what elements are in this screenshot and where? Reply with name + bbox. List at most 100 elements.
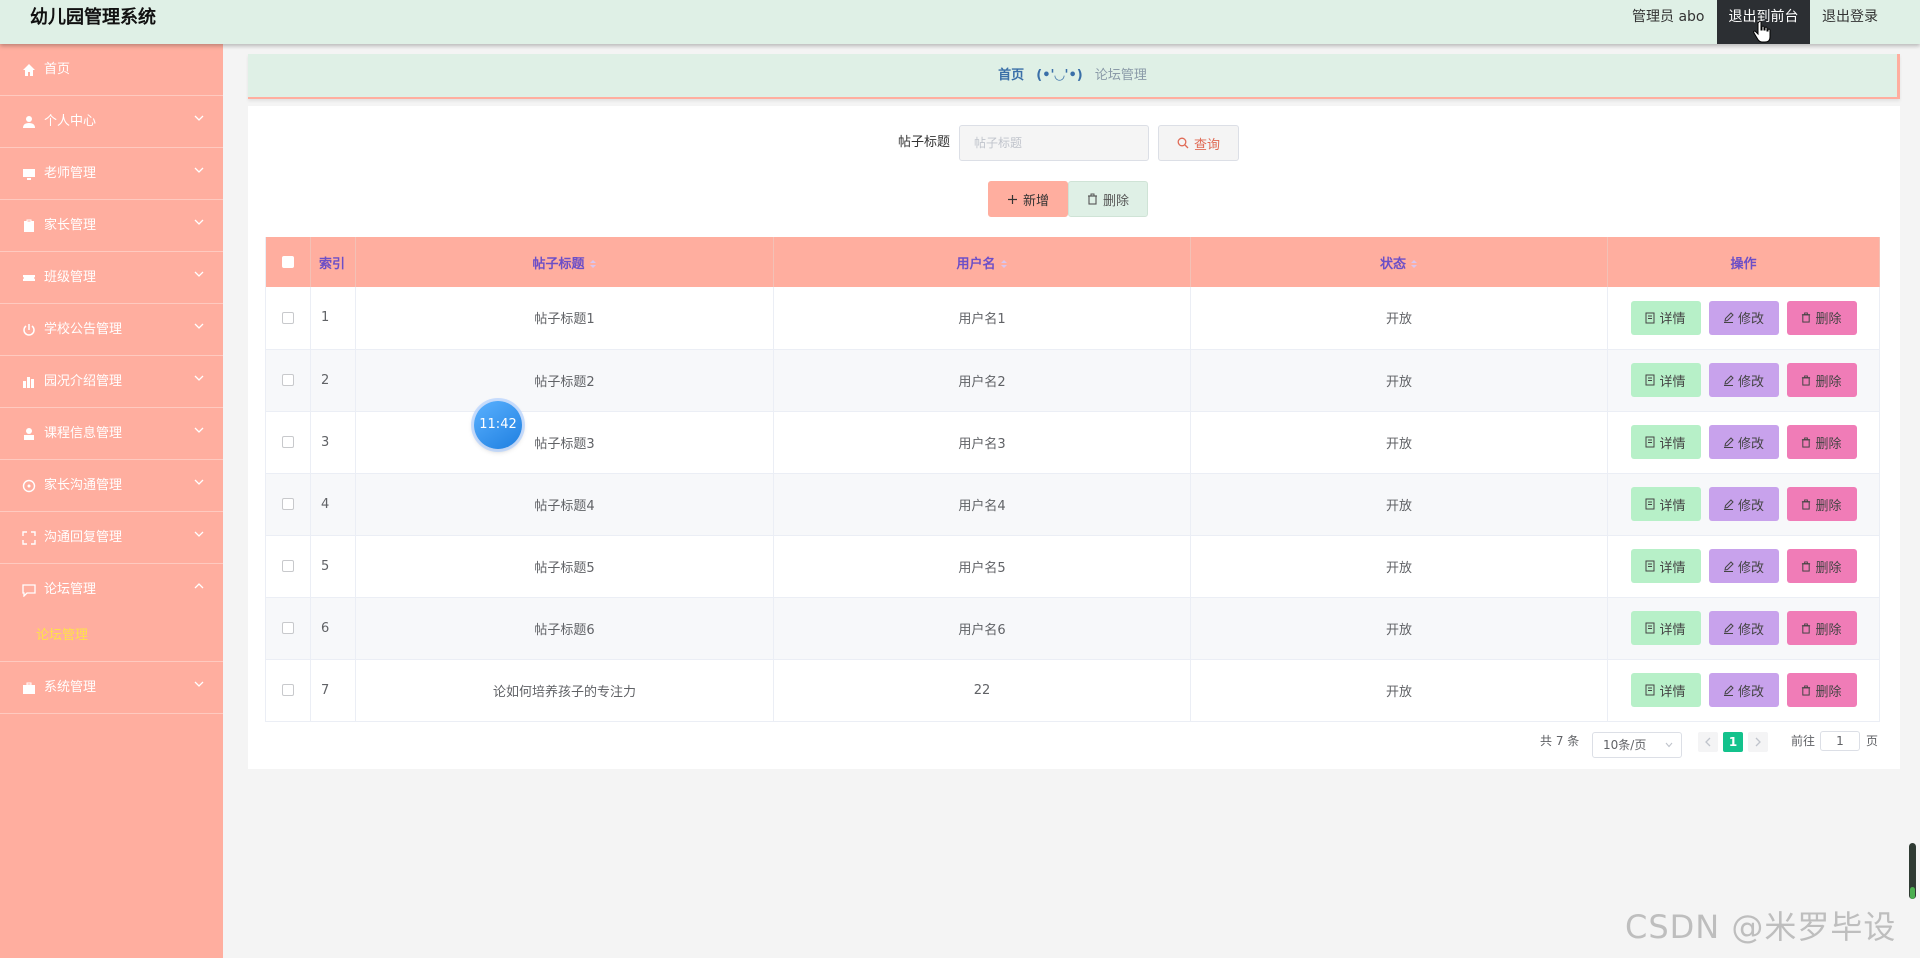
home-icon <box>23 64 35 76</box>
row-actions: 详情 修改 删除 <box>1607 535 1880 598</box>
sort-icon[interactable] <box>1000 259 1008 269</box>
row-checkbox[interactable] <box>282 684 294 696</box>
delete-button[interactable]: 删除 <box>1786 425 1857 459</box>
search-input[interactable] <box>959 125 1149 161</box>
sidebar-item-label: 家长沟通管理 <box>44 478 123 493</box>
batch-delete-button[interactable]: 删除 <box>1068 181 1148 217</box>
sidebar-item-course[interactable]: 课程信息管理 <box>0 408 223 460</box>
edit-button[interactable]: 修改 <box>1708 611 1779 645</box>
row-index: 5 <box>310 535 356 598</box>
pencil-icon <box>1723 560 1734 572</box>
row-title: 帖子标题6 <box>355 597 774 660</box>
breadcrumb-home[interactable]: 首页 <box>998 68 1024 83</box>
power-icon <box>23 324 35 336</box>
row-checkbox[interactable] <box>282 311 294 324</box>
table-row: 1 帖子标题1 用户名1 开放 详情 修改 删除 <box>265 287 1880 350</box>
logout-button[interactable]: 退出登录 <box>1810 0 1890 44</box>
detail-button[interactable]: 详情 <box>1630 300 1701 335</box>
row-actions: 详情 修改 删除 <box>1607 349 1880 412</box>
sidebar-item-personal-center[interactable]: 个人中心 <box>0 96 223 148</box>
row-select-cell <box>265 349 311 412</box>
goto-page-input[interactable] <box>1820 731 1860 751</box>
page-number-current[interactable]: 1 <box>1723 732 1743 752</box>
row-status: 开放 <box>1190 411 1608 474</box>
detail-button[interactable]: 详情 <box>1630 673 1701 707</box>
prev-page-button[interactable] <box>1698 732 1718 752</box>
table-row: 7 论如何培养孩子的专注力 22 开放 详情 修改 删除 <box>265 659 1880 722</box>
sidebar-item-label: 论坛管理 <box>44 582 97 597</box>
pencil-icon <box>1723 374 1734 386</box>
sidebar-item-forum[interactable]: 论坛管理 <box>0 564 223 616</box>
sidebar-item-parent-communication[interactable]: 家长沟通管理 <box>0 460 223 512</box>
detail-button-label: 详情 <box>1659 312 1686 328</box>
select-all-checkbox[interactable] <box>282 256 294 268</box>
column-header-status[interactable]: 状态 <box>1190 237 1608 287</box>
sidebar-item-home[interactable]: 首页 <box>0 44 223 96</box>
chevron-down-icon <box>194 375 204 381</box>
document-icon <box>1645 498 1655 510</box>
clipboard-icon <box>24 219 34 232</box>
scrollbar-thumb[interactable] <box>1909 843 1916 899</box>
detail-button[interactable]: 详情 <box>1630 425 1701 459</box>
sidebar-item-system[interactable]: 系统管理 <box>0 662 223 714</box>
edit-button[interactable]: 修改 <box>1708 487 1779 521</box>
page-suffix: 页 <box>1866 734 1879 748</box>
app-title: 幼儿园管理系统 <box>30 7 156 28</box>
column-header-label: 状态 <box>1379 256 1406 272</box>
sidebar-item-class[interactable]: 班级管理 <box>0 252 223 304</box>
row-title: 帖子标题5 <box>355 535 774 598</box>
sidebar-item-reply[interactable]: 沟通回复管理 <box>0 512 223 564</box>
row-checkbox[interactable] <box>282 498 294 510</box>
sidebar-item-teacher[interactable]: 老师管理 <box>0 148 223 200</box>
delete-button[interactable]: 删除 <box>1786 549 1857 583</box>
edit-button[interactable]: 修改 <box>1708 363 1779 397</box>
query-button[interactable]: 查询 <box>1158 125 1239 161</box>
detail-button[interactable]: 详情 <box>1630 611 1701 645</box>
edit-button[interactable]: 修改 <box>1708 549 1779 583</box>
chevron-down-icon <box>194 219 204 225</box>
delete-button[interactable]: 删除 <box>1786 300 1857 335</box>
edit-button[interactable]: 修改 <box>1708 425 1779 459</box>
detail-button[interactable]: 详情 <box>1630 363 1701 397</box>
sidebar-subitem-forum[interactable]: 论坛管理 <box>0 616 223 662</box>
next-page-button[interactable] <box>1748 732 1768 752</box>
pencil-icon <box>1723 684 1734 696</box>
row-status: 开放 <box>1190 597 1608 660</box>
row-checkbox[interactable] <box>282 622 294 634</box>
row-title: 帖子标题4 <box>355 473 774 536</box>
sidebar-item-announcement[interactable]: 学校公告管理 <box>0 304 223 356</box>
table-header-row: 索引 帖子标题 用户名 状态 操作 <box>265 237 1880 287</box>
sidebar-item-parent[interactable]: 家长管理 <box>0 200 223 252</box>
sort-icon[interactable] <box>589 259 597 269</box>
delete-button[interactable]: 删除 <box>1786 487 1857 521</box>
column-header-title[interactable]: 帖子标题 <box>355 237 774 287</box>
delete-button[interactable]: 删除 <box>1786 673 1857 707</box>
delete-button[interactable]: 删除 <box>1786 611 1857 645</box>
delete-button[interactable]: 删除 <box>1786 363 1857 397</box>
sort-icon[interactable] <box>1410 259 1418 269</box>
detail-button[interactable]: 详情 <box>1630 487 1701 521</box>
row-checkbox[interactable] <box>282 436 294 448</box>
row-checkbox[interactable] <box>282 374 294 386</box>
sidebar-item-label: 家长管理 <box>44 218 97 233</box>
row-checkbox[interactable] <box>282 560 294 572</box>
detail-button[interactable]: 详情 <box>1630 549 1701 583</box>
hand-cursor-icon <box>1753 20 1771 43</box>
edit-button[interactable]: 修改 <box>1708 300 1779 335</box>
document-icon <box>1645 684 1655 696</box>
floating-clock[interactable]: 11:42 <box>474 401 522 449</box>
watermark: CSDN @米罗毕设 <box>1625 908 1897 946</box>
detail-button-label: 详情 <box>1659 498 1686 514</box>
column-header-username[interactable]: 用户名 <box>773 237 1191 287</box>
sidebar: 首页 个人中心 老师管理 家长管理 班级管理 学校公告管理 园况介绍管理 课程信… <box>0 44 223 958</box>
edit-button-label: 修改 <box>1737 684 1764 700</box>
delete-button-label: 删除 <box>1815 436 1842 452</box>
edit-button[interactable]: 修改 <box>1708 673 1779 707</box>
admin-label: 管理员 abo <box>1632 9 1705 25</box>
row-select-cell <box>265 473 311 536</box>
row-actions: 详情 修改 删除 <box>1607 659 1880 722</box>
trash-icon <box>1802 499 1811 510</box>
page-size-select[interactable]: 10条/页 <box>1592 732 1682 758</box>
sidebar-item-campus-intro[interactable]: 园况介绍管理 <box>0 356 223 408</box>
add-button[interactable]: 新增 <box>988 181 1068 217</box>
